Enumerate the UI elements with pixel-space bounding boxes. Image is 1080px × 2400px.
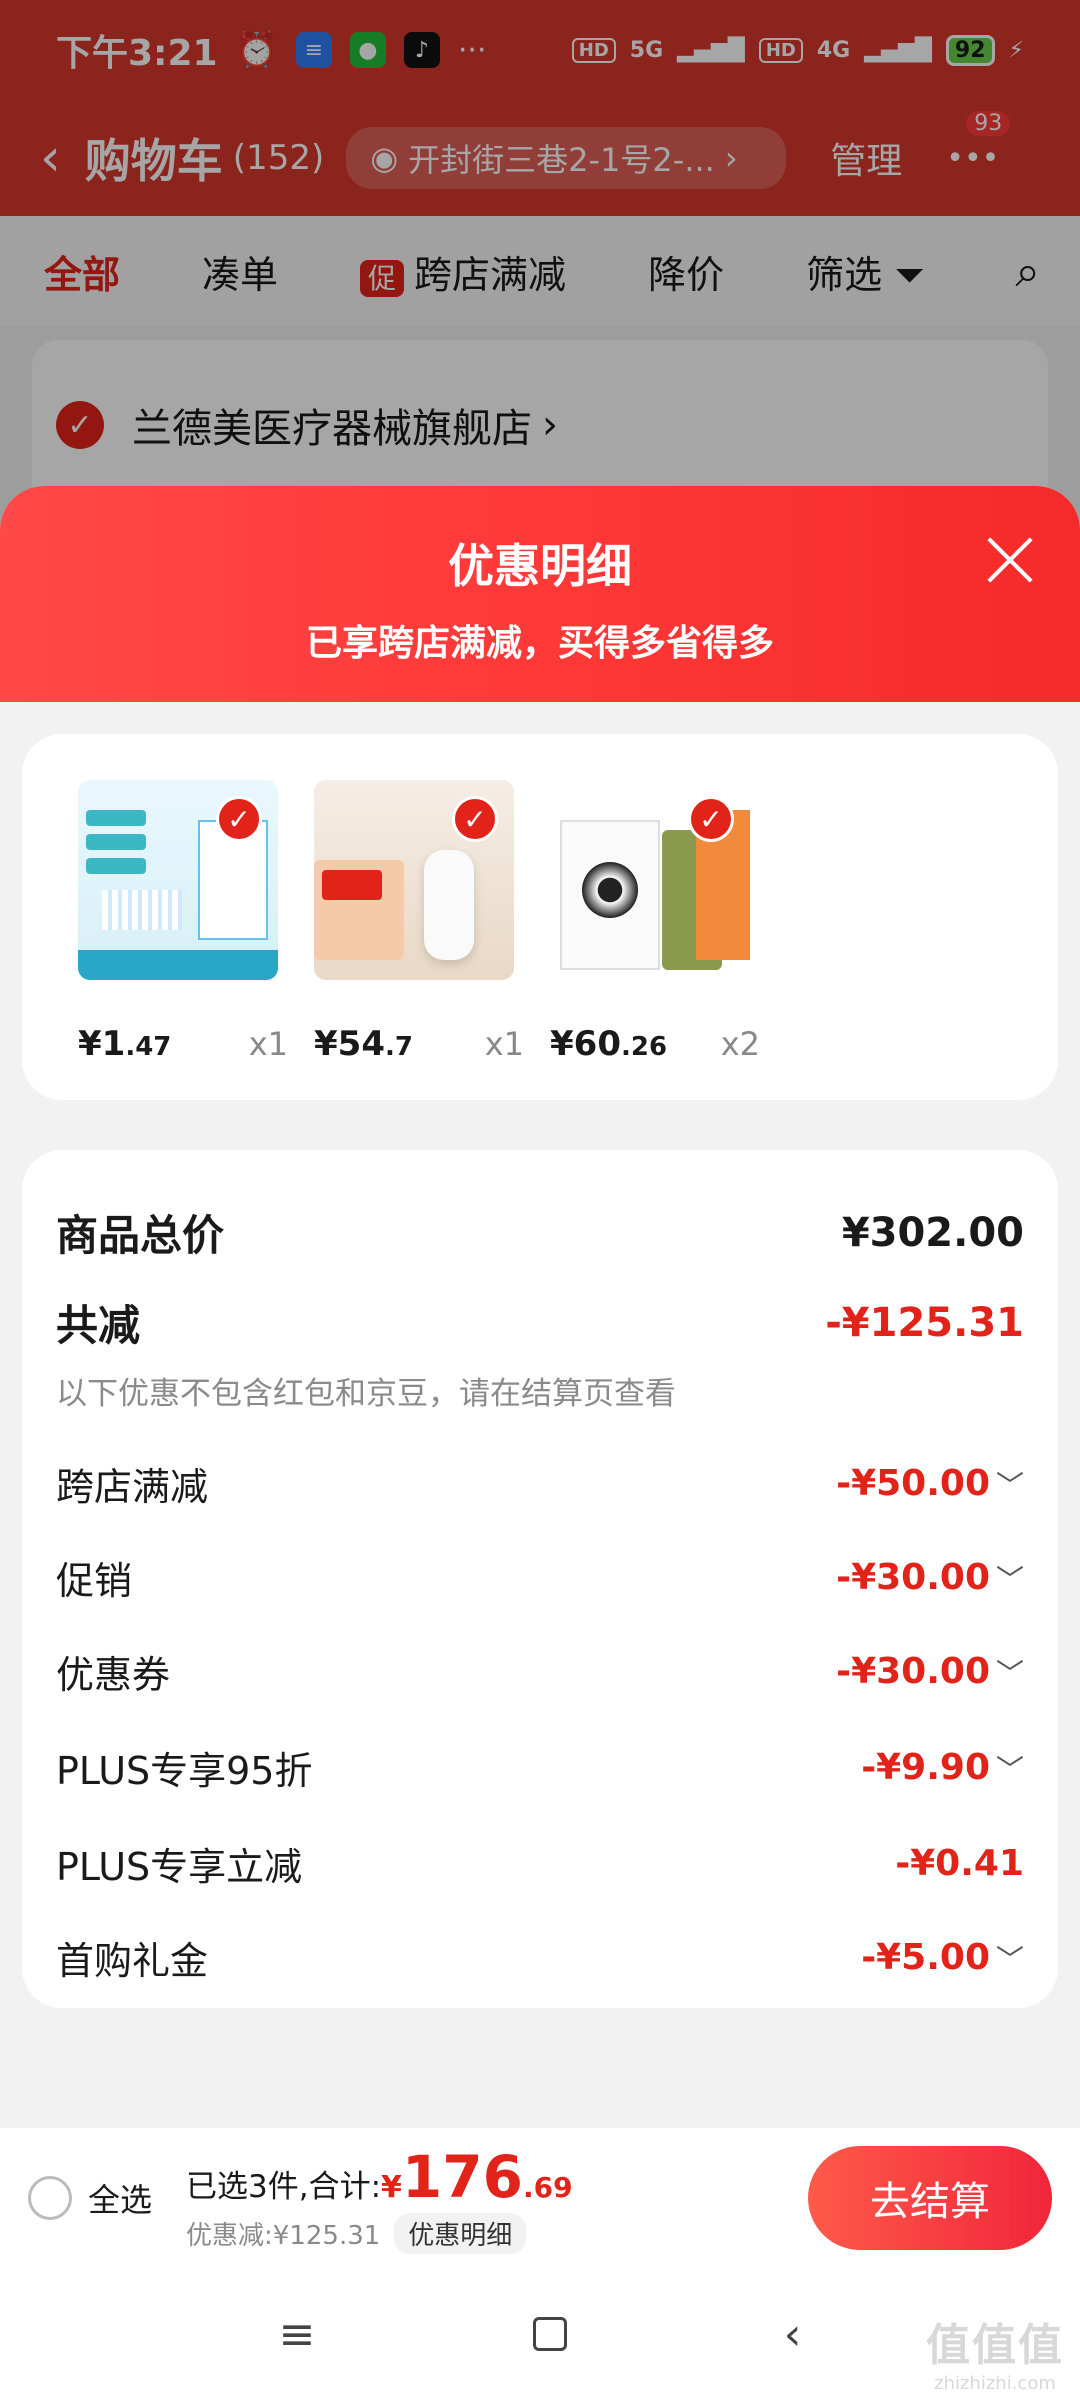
currency-symbol: ¥ [381, 2169, 402, 2205]
discount-value: -¥50.00 [836, 1463, 990, 1504]
discount-label: PLUS专享立减 [56, 1845, 303, 1889]
total-decimal: .69 [523, 2170, 573, 2204]
total-price-label: 商品总价 [56, 1211, 225, 1260]
total-reduce-label: 共减 [56, 1301, 141, 1350]
product-item[interactable]: ✓ ¥1.47 x1 [78, 780, 308, 1064]
discount-label: 跨店满减 [56, 1465, 209, 1509]
products-card: ✓ ¥1.47 x1 ✓ ¥54.7 x1 ✓ ¥60.26 x2 [22, 734, 1058, 1100]
chevron-down-icon: ﹀ [996, 1562, 1025, 1596]
product-selected-check-icon: ✓ [688, 796, 734, 842]
product-price: ¥60.26 [550, 1024, 668, 1064]
selected-count-label: 已选3件,合计: [186, 2168, 382, 2205]
sheet-title: 优惠明细 [448, 539, 632, 593]
sheet-subtitle: 已享跨店满减，买得多省得多 [305, 623, 774, 664]
product-qty: x1 [484, 1025, 524, 1063]
checkout-bar: 全选 已选3件,合计: ¥ 176 .69 优惠减:¥125.31 优惠明细 去… [0, 2128, 1080, 2268]
product-item[interactable]: ✓ ¥60.26 x2 [550, 780, 780, 1064]
total-summary: 已选3件,合计: ¥ 176 .69 优惠减:¥125.31 优惠明细 [186, 2143, 573, 2254]
discount-value: -¥5.00 [861, 1937, 990, 1978]
discount-note: 以下优惠不包含红包和京豆，请在结算页查看 [56, 1376, 676, 1412]
discount-row-plus-95[interactable]: PLUS专享95折 -¥9.90 ﹀ [56, 1740, 1024, 1795]
close-icon[interactable] [980, 530, 1040, 590]
product-selected-check-icon: ✓ [216, 796, 262, 842]
discount-label: PLUS专享95折 [56, 1749, 313, 1793]
discount-total-text: 优惠减:¥125.31 [186, 2220, 381, 2251]
product-price: ¥1.47 [78, 1024, 172, 1064]
discount-label: 优惠券 [56, 1653, 171, 1697]
discount-label: 首购礼金 [56, 1939, 209, 1983]
menu-icon[interactable]: ≡ [279, 2309, 316, 2360]
product-qty: x1 [248, 1025, 288, 1063]
product-image-skin-device: ✓ [314, 780, 514, 980]
discount-value: -¥30.00 [836, 1651, 990, 1692]
watermark-logo: 值值值 [926, 2320, 1064, 2371]
select-all-label[interactable]: 全选 [88, 2175, 152, 2221]
checkout-button[interactable]: 去结算 [808, 2146, 1052, 2250]
total-reduce-value: -¥125.31 [825, 1299, 1024, 1346]
discount-row-promotion[interactable]: 促销 -¥30.00 ﹀ [56, 1550, 1024, 1605]
product-selected-check-icon: ✓ [452, 796, 498, 842]
total-reduce-row: 共减 -¥125.31 [56, 1292, 1024, 1353]
discount-value: -¥30.00 [836, 1557, 990, 1598]
discount-value: -¥0.41 [895, 1843, 1024, 1884]
product-price: ¥54.7 [314, 1024, 413, 1064]
total-integer: 176 [401, 2142, 523, 2211]
discount-value: -¥9.90 [861, 1747, 990, 1788]
chevron-down-icon: ﹀ [996, 1942, 1025, 1976]
sheet-header: 优惠明细 已享跨店满减，买得多省得多 [0, 486, 1080, 702]
product-image-dog-food: ✓ [550, 780, 750, 980]
price-summary-card: 商品总价 ¥302.00 共减 -¥125.31 以下优惠不包含红包和京豆，请在… [22, 1150, 1058, 2008]
product-image-cotton-swab: ✓ [78, 780, 278, 980]
discount-detail-sheet: 优惠明细 已享跨店满减，买得多省得多 ✓ ¥1.47 x1 ✓ ¥54.7 x1 [0, 486, 1080, 2400]
discount-row-cross-store[interactable]: 跨店满减 -¥50.00 ﹀ [56, 1456, 1024, 1511]
discount-row-first-purchase[interactable]: 首购礼金 -¥5.00 ﹀ [56, 1930, 1024, 1985]
chevron-down-icon: ﹀ [996, 1752, 1025, 1786]
total-price-value: ¥302.00 [841, 1209, 1024, 1256]
home-icon[interactable] [532, 2317, 567, 2351]
select-all-radio[interactable] [28, 2176, 72, 2220]
discount-detail-button[interactable]: 优惠明细 [394, 2212, 527, 2254]
discount-label: 促销 [56, 1559, 133, 1603]
product-qty: x2 [720, 1025, 760, 1063]
watermark: 值值值 zhizhizhi.com [926, 2309, 1064, 2394]
back-icon[interactable]: ‹ [784, 2309, 802, 2360]
discount-row-coupon[interactable]: 优惠券 -¥30.00 ﹀ [56, 1644, 1024, 1699]
system-nav-bar: ≡ ‹ 值值值 zhizhizhi.com [0, 2268, 1080, 2400]
total-price-row: 商品总价 ¥302.00 [56, 1202, 1024, 1263]
product-item[interactable]: ✓ ¥54.7 x1 [314, 780, 544, 1064]
watermark-text: zhizhizhi.com [934, 2373, 1056, 2394]
chevron-down-icon: ﹀ [996, 1468, 1025, 1502]
discount-row-plus-instant: PLUS专享立减 -¥0.41 [56, 1836, 1024, 1891]
chevron-down-icon: ﹀ [996, 1656, 1025, 1690]
